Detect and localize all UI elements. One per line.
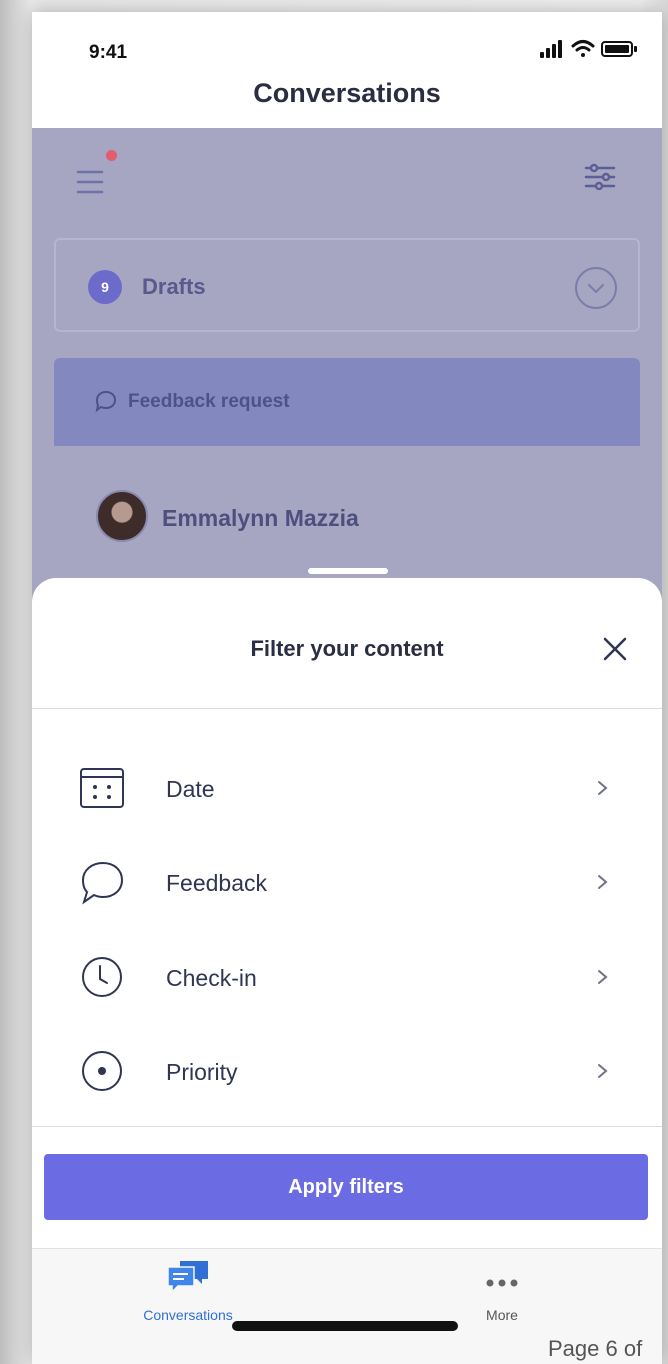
- battery-icon: [601, 41, 637, 57]
- menu-icon[interactable]: [76, 162, 112, 198]
- drafts-card[interactable]: 9 Drafts: [54, 238, 640, 332]
- filter-row-date[interactable]: Date: [32, 742, 662, 836]
- chevron-down-icon[interactable]: [574, 266, 618, 310]
- sheet-title: Filter your content: [250, 636, 444, 661]
- chevron-right-icon: [598, 781, 608, 795]
- close-icon[interactable]: [600, 634, 630, 664]
- radio-dot-icon: [82, 1051, 122, 1091]
- person-name: Emmalynn Mazzia: [162, 505, 359, 531]
- chat-bubble-icon: [81, 861, 124, 905]
- filter-row-feedback[interactable]: Feedback: [32, 836, 662, 930]
- sheet-grabber-handle[interactable]: [308, 568, 388, 574]
- wifi-icon: [571, 40, 595, 57]
- dimmed-conversations-view: 9 Drafts Feedback request Emmalynn Mazzi…: [32, 128, 662, 618]
- status-time: 9:41: [89, 42, 128, 63]
- status-bar: 9:41 Conversations: [32, 12, 662, 128]
- filter-label-date: Date: [166, 776, 215, 802]
- more-dots-icon: [486, 1279, 518, 1287]
- tab-conversations[interactable]: Conversations: [88, 1249, 288, 1329]
- signal-icon: [540, 40, 562, 58]
- filter-row-check-in[interactable]: Check-in: [32, 931, 662, 1025]
- clock-icon: [82, 957, 122, 997]
- filter-label-priority: Priority: [166, 1059, 238, 1085]
- feedback-card-header: Feedback request: [54, 358, 640, 446]
- tab-more[interactable]: More: [402, 1249, 602, 1329]
- feedback-request-label: Feedback request: [128, 391, 290, 412]
- divider: [32, 708, 662, 709]
- phone-screen: 9:41 Conversations 9 Drafts Feedback req…: [32, 12, 662, 1364]
- filter-bottom-sheet: Filter your content Date Feedback Check-…: [32, 578, 662, 1364]
- conversations-icon: [167, 1261, 208, 1294]
- filter-settings-icon[interactable]: [583, 160, 617, 194]
- drafts-count-badge: 9: [88, 270, 122, 304]
- filter-row-priority[interactable]: Priority: [32, 1025, 662, 1119]
- drafts-label: Drafts: [142, 274, 206, 299]
- calendar-icon: [80, 768, 124, 808]
- chat-bubble-icon: [95, 390, 117, 413]
- filter-label-check-in: Check-in: [166, 965, 257, 991]
- avatar: [96, 490, 148, 542]
- chevron-right-icon: [598, 875, 608, 889]
- page-title: Conversations: [253, 78, 441, 108]
- divider: [32, 1126, 662, 1127]
- status-icons: [540, 40, 637, 58]
- page-number-text: Page 6 of: [548, 1336, 643, 1361]
- filter-label-feedback: Feedback: [166, 870, 268, 896]
- apply-filters-button[interactable]: Apply filters: [44, 1154, 648, 1220]
- notification-dot: [106, 150, 117, 161]
- chevron-right-icon: [598, 970, 608, 984]
- chevron-right-icon: [598, 1064, 608, 1078]
- home-indicator: [232, 1321, 458, 1331]
